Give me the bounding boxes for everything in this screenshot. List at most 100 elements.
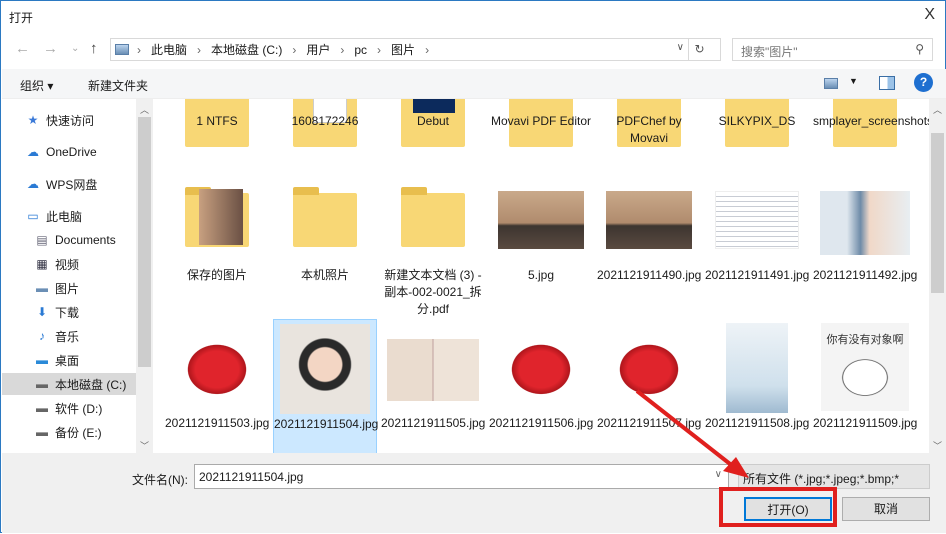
breadcrumb-item[interactable]: 本地磁盘 (C:) <box>211 41 282 58</box>
file-item[interactable]: 本机照片 <box>273 171 377 307</box>
breadcrumb-item[interactable]: 此电脑 <box>151 41 187 58</box>
refresh-icon[interactable]: ↻ <box>688 39 710 60</box>
file-item[interactable]: 2021121911508.jpg <box>705 319 809 453</box>
file-item[interactable]: 保存的图片 <box>165 171 269 307</box>
file-name: 保存的图片 <box>186 268 247 282</box>
scrollbar-thumb[interactable] <box>138 117 151 367</box>
file-item[interactable]: 1 NTFS <box>165 99 269 163</box>
file-type-select[interactable]: 所有文件 (*.jpg;*.jpeg;*.bmp;* <box>738 464 930 489</box>
cloud-icon: ☁ <box>27 177 39 191</box>
filename-input[interactable]: 2021121911504.jpg ∨ <box>194 464 729 489</box>
scroll-down-icon[interactable]: ﹀ <box>136 439 153 452</box>
filename-value: 2021121911504.jpg <box>199 470 304 484</box>
document-icon: ▤ <box>36 233 48 247</box>
file-item[interactable]: 2021121911507.jpg <box>597 319 701 453</box>
file-item[interactable]: 2021121911491.jpg <box>705 171 809 307</box>
folder-icon <box>185 187 249 247</box>
file-item[interactable]: 2021121911492.jpg <box>813 171 917 307</box>
open-button[interactable]: 打开(O) <box>744 497 832 521</box>
sidebar-item[interactable]: ▬ 软件 (D:) <box>2 397 138 419</box>
up-button[interactable]: ↑ <box>90 40 98 57</box>
file-item[interactable]: 2021121911504.jpg <box>273 319 378 453</box>
back-button[interactable]: ← <box>15 40 30 57</box>
file-list-scrollbar[interactable]: ︿ ﹀ <box>929 99 946 453</box>
fog-image-thumbnail <box>498 191 584 249</box>
file-name: 2021121911503.jpg <box>165 416 270 430</box>
chevron-right-icon[interactable]: › <box>377 43 381 57</box>
file-item[interactable]: PDFChef by Movavi <box>597 99 701 163</box>
sidebar-item[interactable]: ☁ WPS网盘 <box>2 173 138 195</box>
address-bar[interactable]: › 此电脑 › 本地磁盘 (C:) › 用户 › pc › 图片 › ∨ ↻ <box>110 38 721 61</box>
file-item[interactable]: 1608172246 <box>273 99 377 163</box>
chevron-down-icon[interactable]: ∨ <box>715 469 722 480</box>
music-icon: ♪ <box>39 329 45 343</box>
sidebar-scrollbar[interactable]: ︿ ﹀ <box>136 99 153 453</box>
sidebar-item[interactable]: ▭ 此电脑 <box>2 205 138 227</box>
sidebar-item[interactable]: ▬ 本地磁盘 (C:) <box>2 373 138 395</box>
search-input[interactable]: 搜索"图片" ⚲ <box>732 38 933 61</box>
file-name: 2021121911506.jpg <box>489 416 594 430</box>
file-name: 2021121911492.jpg <box>813 268 918 282</box>
sidebar-item[interactable]: ▤ Documents <box>2 229 138 251</box>
chevron-right-icon[interactable]: › <box>425 43 429 57</box>
sidebar-item[interactable]: ♪ 音乐 <box>2 325 138 347</box>
chevron-down-icon[interactable]: ∨ <box>677 42 684 53</box>
folder-icon <box>293 187 357 247</box>
scroll-down-icon[interactable]: ﹀ <box>929 439 946 452</box>
sidebar-item[interactable]: ⬇ 下载 <box>2 301 138 323</box>
sidebar-item[interactable]: ▬ 备份 (E:) <box>2 421 138 443</box>
file-item[interactable]: Movavi PDF Editor <box>489 99 593 163</box>
sidebar-item[interactable]: ▦ 视频 <box>2 253 138 275</box>
breadcrumb-item[interactable]: 用户 <box>306 41 330 58</box>
recent-locations-button[interactable]: ⌄ <box>71 43 79 54</box>
close-button[interactable]: X <box>924 6 935 24</box>
file-name: 2021121911509.jpg <box>813 416 918 430</box>
sidebar-item-label: 桌面 <box>55 353 80 368</box>
bottom-panel: 文件名(N): 2021121911504.jpg ∨ 所有文件 (*.jpg;… <box>2 453 946 533</box>
sidebar-item[interactable]: ☁ OneDrive <box>2 141 138 163</box>
file-item[interactable]: 2021121911506.jpg <box>489 319 593 453</box>
scroll-up-icon[interactable]: ︿ <box>929 103 946 116</box>
help-icon[interactable]: ? <box>914 73 933 92</box>
view-options-icon[interactable] <box>824 78 838 89</box>
file-item[interactable]: 2021121911503.jpg <box>165 319 269 453</box>
file-name: 1 NTFS <box>196 114 238 128</box>
doc-image-thumbnail <box>715 191 799 249</box>
file-item[interactable]: 5.jpg <box>489 171 593 307</box>
file-item[interactable]: Debut <box>381 99 485 163</box>
sidebar-item-label: 快速访问 <box>46 113 95 128</box>
navigation-pane: ★ 快速访问 ☁ OneDrive ☁ WPS网盘 ▭ 此电脑 ▤ Documents ▦ 视频 ▬ 图片… <box>2 99 152 453</box>
chevron-right-icon[interactable]: › <box>292 43 296 57</box>
file-name: 2021121911507.jpg <box>597 416 702 430</box>
new-folder-button[interactable]: 新建文件夹 <box>88 77 148 94</box>
file-name: 1608172246 <box>291 114 359 128</box>
file-item[interactable]: 你有没有对象啊 2021121911509.jpg <box>813 319 917 453</box>
preview-pane-icon[interactable] <box>879 76 895 90</box>
file-item[interactable]: SILKYPIX_DS <box>705 99 809 163</box>
scrollbar-thumb[interactable] <box>931 133 944 293</box>
sidebar-item[interactable]: ★ 快速访问 <box>2 109 138 131</box>
file-name: smplayer_screenshots <box>813 114 929 128</box>
breadcrumb-item[interactable]: 图片 <box>391 41 415 58</box>
scroll-up-icon[interactable]: ︿ <box>136 103 153 116</box>
view-dropdown-icon[interactable]: ▼ <box>849 76 858 86</box>
file-item[interactable]: 新建文本文档 (3) - 副本-002-0021_拆分.pdf <box>381 171 485 316</box>
forward-button[interactable]: → <box>43 40 58 57</box>
folder-icon <box>401 187 465 247</box>
strawberry-image-thumbnail <box>172 323 262 403</box>
chevron-right-icon[interactable]: › <box>197 43 201 57</box>
drive-icon: ▬ <box>36 425 48 439</box>
chevron-right-icon[interactable]: › <box>340 43 344 57</box>
navigation-bar: ← → ⌄ ↑ › 此电脑 › 本地磁盘 (C:) › 用户 › pc › 图片 › ∨ ↻ 搜索"… <box>1 37 946 63</box>
cancel-button[interactable]: 取消 <box>842 497 930 521</box>
breadcrumb-item[interactable]: pc <box>354 43 367 57</box>
sidebar-item-label: 视频 <box>55 257 80 272</box>
sidebar-item-label: 图片 <box>55 281 80 296</box>
file-item[interactable]: smplayer_screenshots <box>813 99 929 163</box>
toolbar: 组织 ▾ 新建文件夹 ▼ ? <box>2 69 946 99</box>
file-item[interactable]: 2021121911505.jpg <box>381 319 485 453</box>
organize-menu[interactable]: 组织 ▾ <box>20 77 53 94</box>
sidebar-item[interactable]: ▬ 桌面 <box>2 349 138 371</box>
sidebar-item[interactable]: ▬ 图片 <box>2 277 138 299</box>
file-item[interactable]: 2021121911490.jpg <box>597 171 701 307</box>
